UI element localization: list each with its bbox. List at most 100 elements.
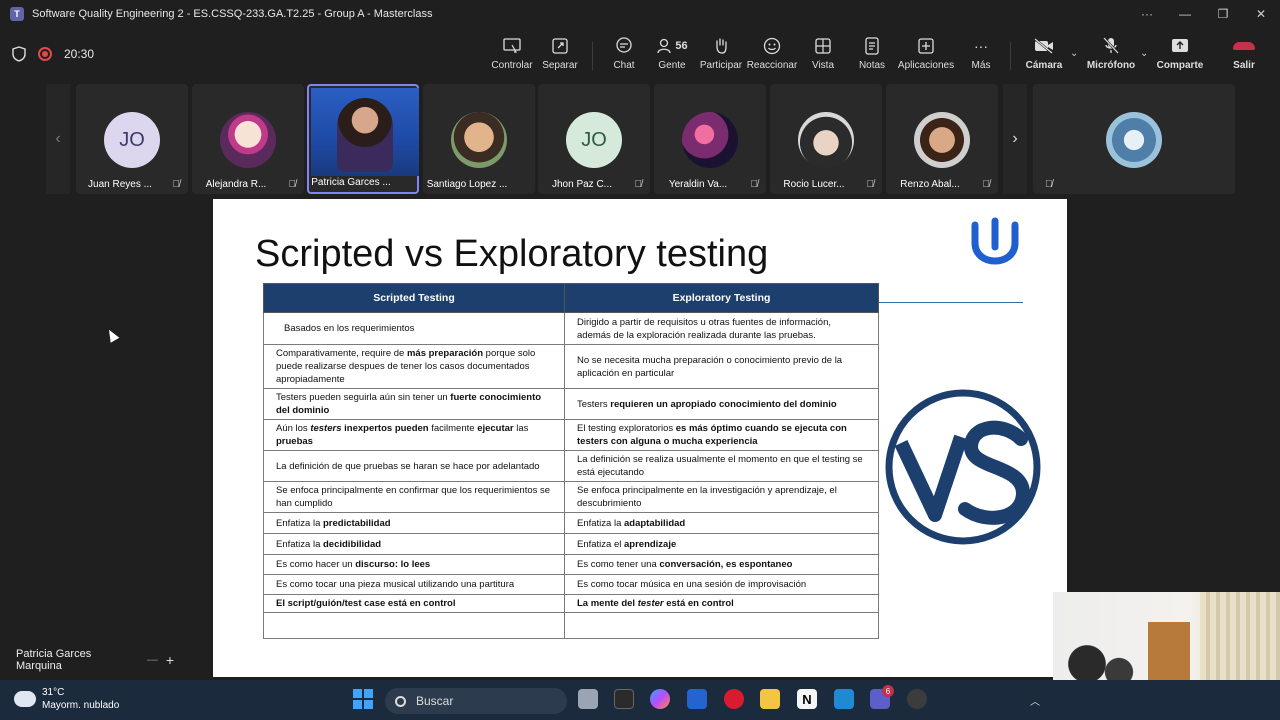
participant-tile[interactable]: Renzo Abal... 🎙̸ bbox=[886, 84, 998, 194]
table-row: La definición de que pruebas se haran se… bbox=[263, 450, 879, 482]
table-cell: El testing exploratorios es más óptimo c… bbox=[564, 419, 879, 451]
table-cell: Se enfoca principalmente en la investiga… bbox=[564, 481, 879, 513]
table-cell: Enfatiza la decidibilidad bbox=[263, 533, 565, 555]
todo-icon[interactable] bbox=[687, 689, 707, 709]
notes-button[interactable]: Notas bbox=[855, 36, 889, 76]
table-cell: Es como hacer un discurso: lo lees bbox=[263, 554, 565, 575]
leave-button[interactable]: Salir bbox=[1228, 36, 1260, 76]
participant-tile-speaking[interactable]: Patricia Garces ... bbox=[307, 84, 419, 194]
expand-plus-icon[interactable]: + bbox=[166, 652, 174, 668]
mic-muted-icon: 🎙̸ bbox=[288, 179, 297, 190]
more-button[interactable]: ··· Más bbox=[966, 36, 996, 76]
windows-taskbar: 31°C Mayorm. nublado Buscar N 6 ︿ bbox=[0, 680, 1280, 720]
minimize-button[interactable]: — bbox=[1166, 0, 1204, 28]
participant-tile[interactable]: Yeraldin Va... 🎙̸ bbox=[654, 84, 766, 194]
control-button[interactable]: Controlar bbox=[490, 36, 534, 76]
participant-tile[interactable]: Rocio Lucer... 🎙̸ bbox=[770, 84, 882, 194]
table-cell: Enfatiza la adaptabilidad bbox=[564, 512, 879, 534]
camera-button[interactable]: Cámara bbox=[1024, 36, 1064, 76]
obs-icon[interactable] bbox=[907, 689, 927, 709]
apps-label: Aplicaciones bbox=[897, 60, 955, 71]
minimize-icon[interactable]: — bbox=[147, 654, 158, 666]
participant-name: Renzo Abal... bbox=[900, 179, 960, 190]
participant-tile[interactable]: Alejandra R... 🎙̸ bbox=[192, 84, 304, 194]
camera-off-icon bbox=[1034, 36, 1054, 56]
table-cell: La definición se realiza usualmente el m… bbox=[564, 450, 879, 482]
restore-button[interactable]: ❐ bbox=[1204, 0, 1242, 28]
participant-strip: ‹ JO Juan Reyes ... 🎙̸ Alejandra R... 🎙̸… bbox=[0, 82, 1280, 198]
mic-muted-icon: 🎙̸ bbox=[1045, 179, 1053, 190]
avatar: JO bbox=[566, 112, 622, 168]
popout-button[interactable]: Separar bbox=[540, 36, 580, 76]
app-icon[interactable] bbox=[614, 689, 634, 709]
notes-label: Notas bbox=[858, 60, 886, 71]
task-view-icon[interactable] bbox=[578, 689, 598, 709]
windows-start-icon[interactable] bbox=[353, 689, 373, 709]
participant-tile[interactable]: JO Jhon Paz C... 🎙̸ bbox=[538, 84, 650, 194]
table-cell: Es como tocar música en una sesión de im… bbox=[564, 574, 879, 595]
file-explorer-icon[interactable] bbox=[760, 689, 780, 709]
table-cell bbox=[263, 612, 565, 639]
teams-app-icon: T bbox=[10, 7, 24, 21]
participant-name: Santiago Lopez ... bbox=[426, 179, 508, 190]
participant-tile[interactable]: JO Juan Reyes ... 🎙̸ bbox=[76, 84, 188, 194]
vscode-icon[interactable] bbox=[834, 689, 854, 709]
table-cell: Testers requieren un apropiado conocimie… bbox=[564, 388, 879, 420]
chat-label: Chat bbox=[613, 60, 635, 71]
mic-off-icon bbox=[1103, 36, 1119, 56]
share-button[interactable]: Comparte bbox=[1156, 36, 1204, 76]
participant-video bbox=[311, 88, 419, 176]
apps-button[interactable]: Aplicaciones bbox=[897, 36, 955, 76]
copilot-icon[interactable] bbox=[650, 689, 670, 709]
taskbar-search[interactable]: Buscar bbox=[385, 688, 567, 714]
participant-name: Juan Reyes ... bbox=[88, 179, 152, 190]
people-button[interactable]: 56 Gente bbox=[652, 36, 692, 76]
table-row bbox=[263, 612, 879, 639]
raise-hand-button[interactable]: Participar bbox=[700, 36, 742, 76]
react-label: Reaccionar bbox=[746, 60, 798, 71]
table-cell: Enfatiza la predictabilidad bbox=[263, 512, 565, 534]
more-options-icon[interactable]: ··· bbox=[1128, 0, 1166, 28]
show-hidden-icons-chevron-icon[interactable]: ︿ bbox=[1030, 693, 1040, 708]
column-header: Scripted Testing bbox=[263, 283, 565, 313]
search-icon bbox=[395, 695, 406, 707]
title-bar: T Software Quality Engineering 2 - ES.CS… bbox=[0, 0, 1280, 28]
participant-tile[interactable]: 🎙̸ bbox=[1033, 84, 1235, 194]
weather-widget[interactable]: 31°C Mayorm. nublado bbox=[11, 686, 119, 712]
table-row: Es como hacer un discurso: lo lees Es co… bbox=[263, 554, 879, 575]
scroll-left-chevron-icon[interactable]: ‹ bbox=[46, 84, 70, 194]
leave-label: Salir bbox=[1233, 60, 1255, 71]
presenter-name-tag: Patricia Garces Marquina — + bbox=[8, 648, 174, 672]
opera-icon[interactable] bbox=[724, 689, 744, 709]
table-cell: La mente del tester está en control bbox=[564, 594, 879, 613]
camera-options-chevron-icon[interactable]: ⌄ bbox=[1070, 48, 1078, 59]
teams-meeting-window: T Software Quality Engineering 2 - ES.CS… bbox=[0, 0, 1280, 720]
popout-icon bbox=[552, 36, 568, 56]
share-icon bbox=[1171, 36, 1189, 56]
microphone-button[interactable]: Micrófono bbox=[1087, 36, 1135, 76]
people-icon: 56 bbox=[656, 36, 688, 56]
add-app-icon bbox=[918, 36, 934, 56]
mic-muted-icon: 🎙̸ bbox=[866, 179, 875, 190]
toolbar-divider bbox=[592, 42, 593, 70]
notes-icon bbox=[865, 36, 879, 56]
table-row: Comparativamente, require de más prepara… bbox=[263, 344, 879, 389]
participant-name: Jhon Paz C... bbox=[551, 179, 613, 190]
table-row: Testers pueden seguirla aún sin tener un… bbox=[263, 388, 879, 420]
presentation-slide: Scripted vs Exploratory testing Scripted… bbox=[213, 199, 1067, 677]
chat-button[interactable]: Chat bbox=[605, 36, 643, 76]
close-button[interactable]: ✕ bbox=[1242, 0, 1280, 28]
university-logo-icon bbox=[971, 217, 1019, 265]
scroll-right-chevron-icon[interactable]: › bbox=[1003, 84, 1027, 194]
table-cell: Dirigido a partir de requisitos u otras … bbox=[564, 312, 879, 345]
mic-options-chevron-icon[interactable]: ⌄ bbox=[1140, 48, 1148, 59]
weather-text: 31°C Mayorm. nublado bbox=[42, 686, 119, 712]
table-cell: Es como tocar una pieza musical utilizan… bbox=[263, 574, 565, 595]
notion-icon[interactable]: N bbox=[797, 689, 817, 709]
popout-label: Separar bbox=[542, 60, 578, 71]
react-button[interactable]: Reaccionar bbox=[746, 36, 798, 76]
participant-tile[interactable]: Santiago Lopez ... bbox=[423, 84, 535, 194]
view-button[interactable]: Vista bbox=[806, 36, 840, 76]
chat-icon bbox=[615, 36, 633, 56]
mic-muted-icon: 🎙̸ bbox=[172, 179, 181, 190]
